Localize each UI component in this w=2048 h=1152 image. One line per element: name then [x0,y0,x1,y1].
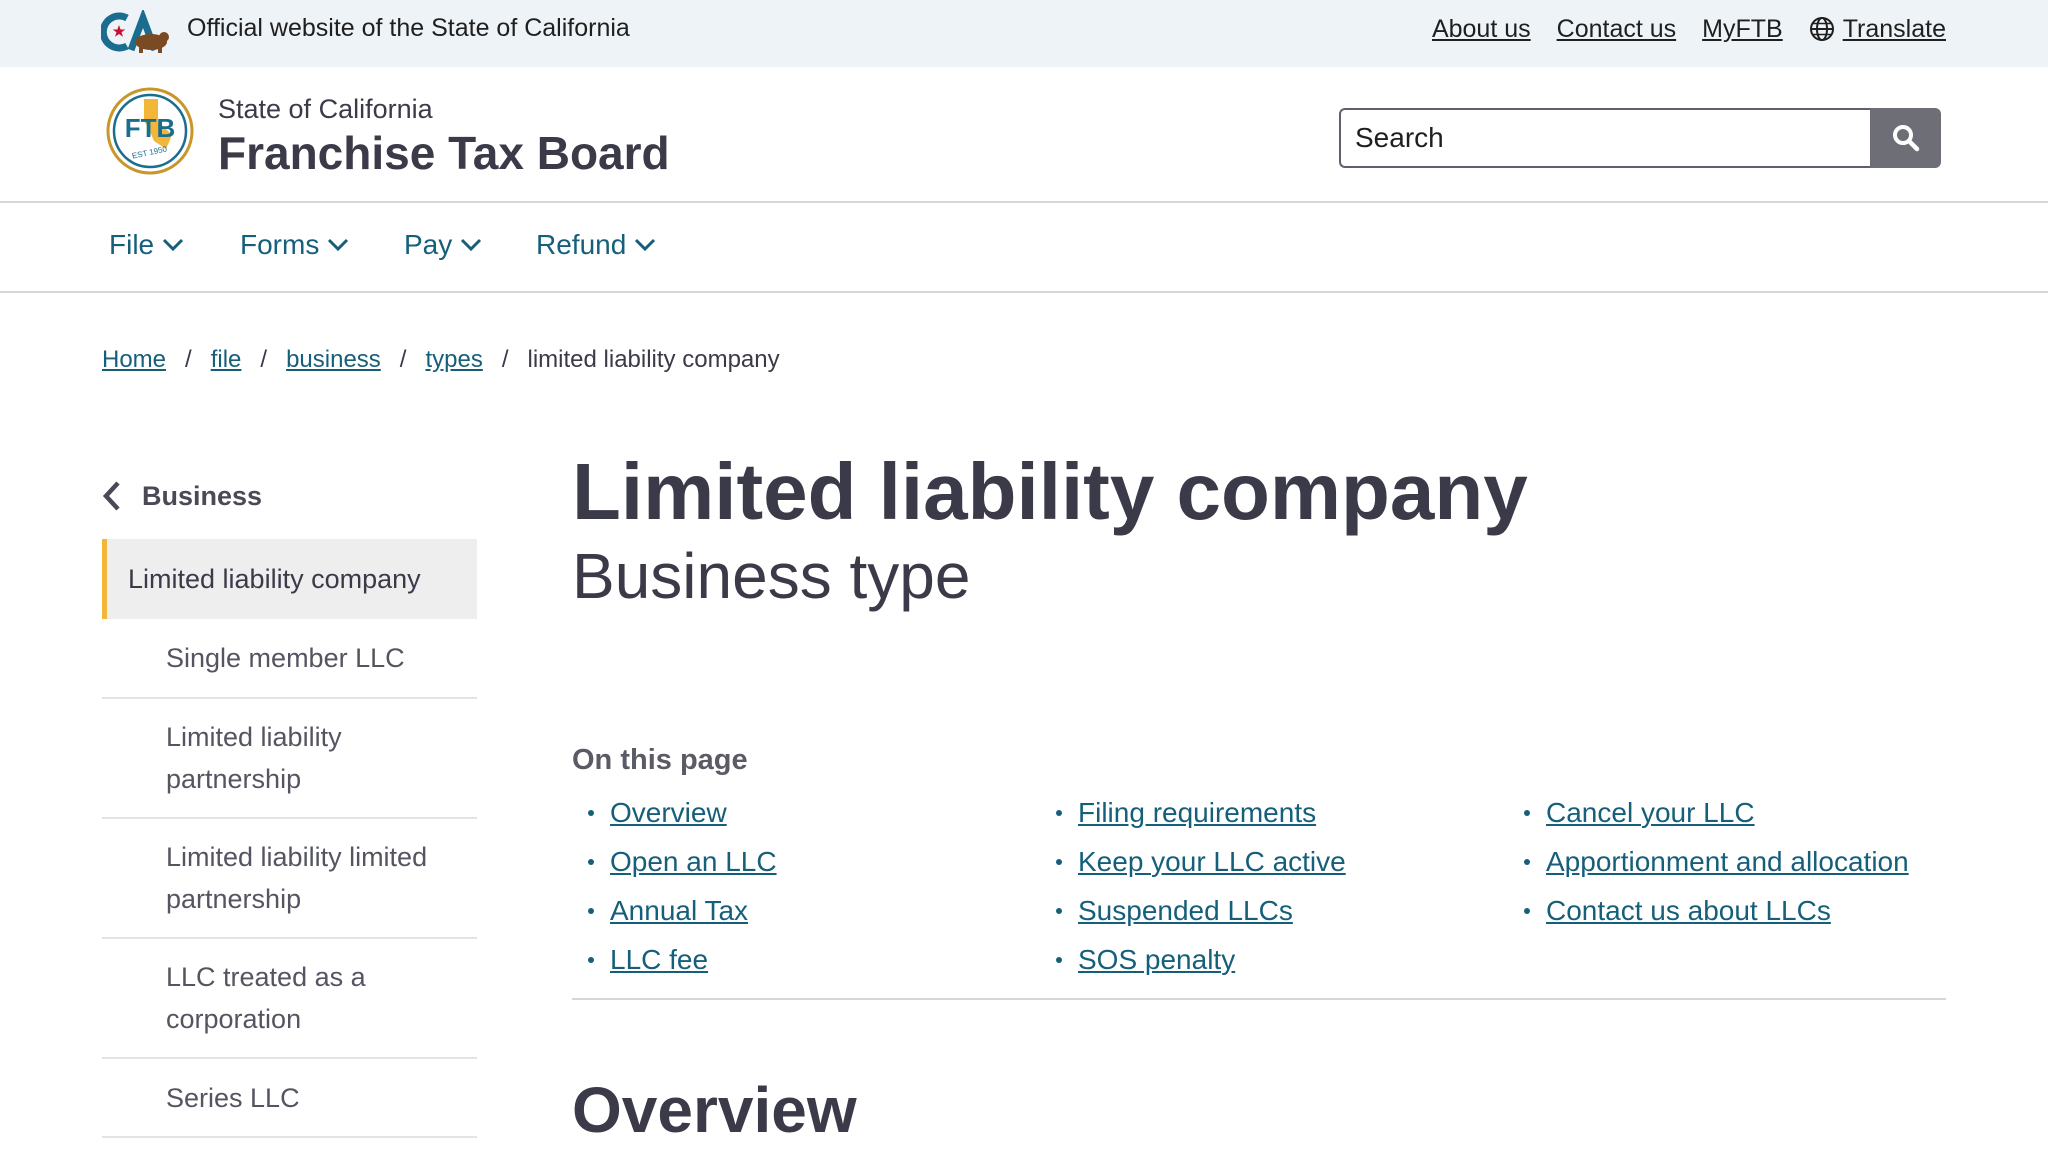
otp-link-sos-penalty[interactable]: SOS penalty [1078,942,1235,978]
bullet-icon [588,858,594,865]
myftb-link[interactable]: MyFTB [1702,13,1783,45]
ftb-seal-icon[interactable]: FTB EST 1950 [106,87,194,175]
list-item: Cancel your LLC [1508,788,1909,837]
sidenav-item-active[interactable]: Limited liability company [102,539,477,619]
search-icon [1892,125,1919,152]
list-item: Filing requirements [1040,788,1346,837]
otp-link-llc-fee[interactable]: LLC fee [610,942,708,978]
list-item: LLC fee [572,935,777,984]
otp-link-overview[interactable]: Overview [610,795,727,831]
bullet-icon [1056,956,1062,963]
sidenav-item-llc-corporation[interactable]: LLC treated as a corporation [102,939,477,1059]
chevron-left-icon [102,481,120,511]
translate-link[interactable]: Translate [1809,13,1946,45]
on-this-page-column: Overview Open an LLC Annual Tax LLC fee [572,788,777,984]
bullet-icon [1056,858,1062,865]
agency-name[interactable]: Franchise Tax Board [218,125,670,181]
nav-pay[interactable]: Pay [404,227,482,263]
otp-link-contact-llcs[interactable]: Contact us about LLCs [1546,893,1831,929]
bullet-icon [1524,809,1530,816]
breadcrumb-separator: / [260,346,268,373]
otp-link-annual-tax[interactable]: Annual Tax [610,893,748,929]
breadcrumb: Home / file / business / types / limited… [102,344,780,376]
list-item: Overview [572,788,777,837]
utility-links: About us Contact us MyFTB Translate [1406,12,1946,46]
bullet-icon [1524,858,1530,865]
sidenav-item-llp[interactable]: Limited liability partnership [102,699,477,819]
nav-refund[interactable]: Refund [536,227,656,263]
ca-logo-icon[interactable] [101,10,173,54]
on-this-page-column: Filing requirements Keep your LLC active… [1040,788,1346,984]
globe-icon [1809,17,1834,41]
on-this-page-heading: On this page [572,744,748,776]
nav-forms-label: Forms [240,229,320,260]
list-item: Apportionment and allocation [1508,837,1909,886]
breadcrumb-business[interactable]: business [286,344,381,376]
otp-link-apportionment[interactable]: Apportionment and allocation [1546,844,1909,880]
search-input[interactable] [1339,108,1871,168]
bullet-icon [588,809,594,816]
list-item: Keep your LLC active [1040,837,1346,886]
chevron-down-icon [461,238,482,252]
otp-link-suspended-llcs[interactable]: Suspended LLCs [1078,893,1293,929]
bullet-icon [588,956,594,963]
search-button[interactable] [1870,108,1941,168]
nav-file[interactable]: File [109,227,184,263]
translate-label: Translate [1842,15,1946,43]
sidenav-item-series-llc[interactable]: Series LLC [102,1059,477,1138]
list-item: Contact us about LLCs [1508,886,1909,935]
otp-link-open-llc[interactable]: Open an LLC [610,844,777,880]
bullet-icon [1524,907,1530,914]
sidenav-item-single-member-llc[interactable]: Single member LLC [102,619,477,699]
otp-link-filing-requirements[interactable]: Filing requirements [1078,795,1316,831]
list-item: Annual Tax [572,886,777,935]
state-name: State of California [218,94,433,124]
breadcrumb-separator: / [185,346,192,373]
breadcrumb-file[interactable]: file [211,344,242,376]
nav-forms[interactable]: Forms [240,227,349,263]
chevron-down-icon [328,238,349,252]
sidenav-item-lllp[interactable]: Limited liability limited partnership [102,819,477,939]
on-this-page-column: Cancel your LLC Apportionment and alloca… [1508,788,1909,935]
nav-file-label: File [109,229,155,260]
utility-bar: Official website of the State of Califor… [0,0,2048,67]
list-item: SOS penalty [1040,935,1346,984]
chevron-down-icon [635,238,656,252]
nav-pay-label: Pay [404,229,453,260]
page-title: Limited liability company [572,447,1528,536]
otp-link-keep-active[interactable]: Keep your LLC active [1078,844,1346,880]
breadcrumb-separator: / [501,346,509,373]
about-us-link[interactable]: About us [1432,13,1531,45]
site-header: FTB EST 1950 State of California Franchi… [0,67,2048,203]
breadcrumb-types[interactable]: types [425,344,482,376]
breadcrumb-separator: / [399,346,407,373]
list-item: Suspended LLCs [1040,886,1346,935]
bullet-icon [1056,809,1062,816]
contact-us-link[interactable]: Contact us [1557,13,1677,45]
official-site-text: Official website of the State of Califor… [187,14,630,42]
overview-heading: Overview [572,1074,857,1146]
breadcrumb-home[interactable]: Home [102,344,166,376]
page-subtitle: Business type [572,540,971,612]
section-divider [572,998,1946,1000]
nav-refund-label: Refund [536,229,627,260]
sidenav-back-label: Business [142,480,263,511]
main-nav: File Forms Pay Refund [0,203,2048,293]
otp-link-cancel-llc[interactable]: Cancel your LLC [1546,795,1755,831]
bullet-icon [588,907,594,914]
sidenav-back-link[interactable]: Business [102,480,262,512]
chevron-down-icon [163,238,184,252]
svg-text:FTB: FTB [125,113,176,143]
list-item: Open an LLC [572,837,777,886]
breadcrumb-current: limited liability company [527,346,780,373]
bullet-icon [1056,907,1062,914]
